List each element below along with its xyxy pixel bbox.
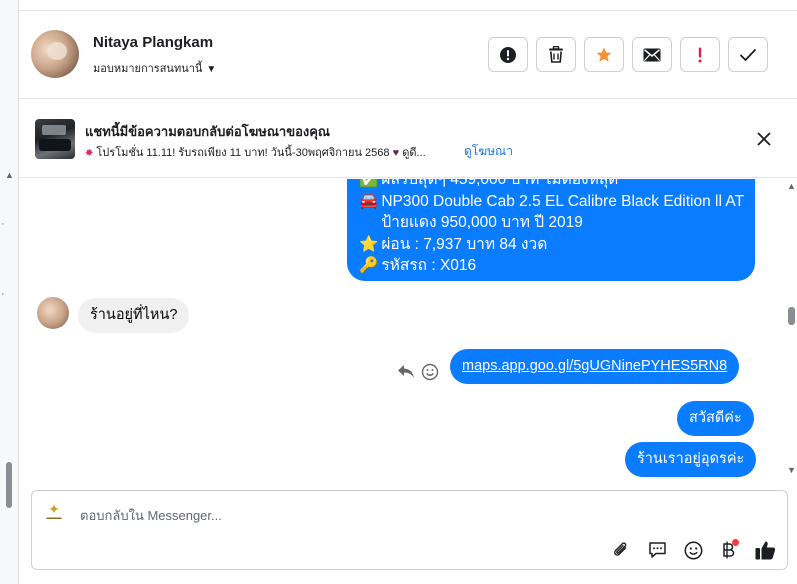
thread-scrollbar[interactable]: ▲ ▼ bbox=[785, 179, 797, 481]
exclamation-icon bbox=[698, 47, 702, 62]
ad-banner-subtitle: ✸ โปรโมชั่น 11.11! รับรถเพียง 11 บาท! วัน… bbox=[85, 143, 426, 161]
page-logo-text: ▬▬▬ bbox=[46, 515, 62, 521]
spam-alert-button[interactable] bbox=[488, 37, 528, 72]
ad-line-text: ผ่อน : 7,937 บาท 84 งวด bbox=[381, 235, 548, 253]
paperclip-icon bbox=[614, 542, 627, 556]
key-emoji-icon: 🔑 bbox=[359, 257, 379, 274]
incoming-message[interactable]: ร้านอยู่ที่ไหน? bbox=[78, 298, 190, 333]
scroll-up-arrow-icon[interactable]: ▲ bbox=[5, 170, 14, 180]
emoji-button[interactable] bbox=[682, 539, 704, 561]
thumbs-up-icon bbox=[755, 541, 775, 560]
outgoing-message[interactable]: สวัสดีค่ะ bbox=[677, 401, 754, 436]
sparkle-icon: ✸ bbox=[85, 148, 94, 159]
outgoing-link-message[interactable]: maps.app.goo.gl/5gUGNinePYHES5RN8 bbox=[450, 349, 740, 384]
saved-reply-button[interactable] bbox=[646, 539, 668, 561]
ad-reply-banner: แชทนี้มีข้อความตอบกลับต่อโฆษณาของคุณ ✸ โป… bbox=[19, 100, 797, 178]
ad-subtitle-more: ดูดี... bbox=[402, 147, 426, 159]
react-emoji-icon[interactable] bbox=[421, 363, 439, 381]
follow-up-button[interactable] bbox=[680, 37, 720, 72]
mark-unread-button[interactable] bbox=[632, 37, 672, 72]
message-actions bbox=[397, 363, 439, 381]
ad-message-bubble[interactable]: ✅ ผลรับสุดๆ 459,000 บาท ไม่ต้องหลุด 🚘 NP… bbox=[347, 179, 755, 281]
conversation-list-edge: ▲ · · bbox=[0, 0, 19, 584]
close-icon bbox=[757, 132, 771, 146]
thumbs-up-button[interactable] bbox=[754, 539, 776, 561]
list-fragment-text: · bbox=[1, 218, 5, 230]
reply-input[interactable] bbox=[80, 505, 580, 525]
scroll-up-arrow-icon[interactable]: ▲ bbox=[787, 181, 796, 191]
star-emoji-icon: ⭐ bbox=[359, 235, 379, 253]
ad-thumbnail[interactable] bbox=[35, 119, 75, 159]
saved-reply-icon bbox=[648, 542, 666, 558]
page-logo: ✦ ▬▬▬ bbox=[40, 501, 68, 523]
close-banner-button[interactable] bbox=[753, 128, 775, 150]
caret-down-icon: ▼ bbox=[206, 64, 217, 75]
avatar[interactable] bbox=[31, 30, 79, 78]
scroll-down-arrow-icon[interactable]: ▼ bbox=[787, 465, 796, 475]
page-logo-mark: ✦ bbox=[48, 501, 60, 517]
notification-dot bbox=[732, 539, 739, 546]
thread-header: Nitaya Plangkam มอบหมายการสนทนานี้ ▼ bbox=[19, 10, 797, 99]
envelope-icon bbox=[643, 48, 661, 61]
messenger-inbox-thread: ▲ · · Nitaya Plangkam มอบหมายการสนทนานี้… bbox=[0, 0, 797, 584]
check-icon bbox=[740, 48, 756, 61]
reply-icon[interactable] bbox=[397, 363, 415, 379]
exclamation-circle-icon bbox=[500, 46, 516, 63]
star-icon bbox=[596, 47, 612, 62]
ad-line: 🚘 NP300 Double Cab 2.5 EL Calibre Black … bbox=[359, 191, 745, 213]
ad-line-text: ผลรับสุดๆ 459,000 บาท ไม่ต้องหลุด bbox=[381, 179, 619, 188]
contact-name[interactable]: Nitaya Plangkam bbox=[93, 34, 213, 51]
trash-icon bbox=[549, 46, 563, 63]
contact-avatar[interactable] bbox=[37, 297, 69, 329]
scrollbar-thumb[interactable] bbox=[788, 307, 795, 325]
message-thread[interactable]: ✅ ผลรับสุดๆ 459,000 บาท ไม่ต้องหลุด 🚘 NP… bbox=[19, 179, 785, 481]
heart-icon: ♥ bbox=[392, 147, 400, 159]
car-emoji-icon: 🚘 bbox=[359, 192, 379, 210]
star-button[interactable] bbox=[584, 37, 624, 72]
ad-subtitle-text: โปรโมชั่น 11.11! รับรถเพียง 11 บาท! วันน… bbox=[96, 147, 390, 159]
ad-line: ⭐ ผ่อน : 7,937 บาท 84 งวด bbox=[359, 234, 743, 256]
ad-line: 🔑 รหัสรถ : X016 bbox=[359, 255, 743, 277]
view-ad-link[interactable]: ดูโฆษณา bbox=[464, 142, 513, 161]
check-emoji-icon: ✅ bbox=[359, 179, 379, 188]
ad-line-text: ป้ายแดง 950,000 บาท ปี 2019 bbox=[381, 214, 583, 231]
payment-button[interactable] bbox=[718, 539, 740, 561]
ad-line: ✅ ผลรับสุดๆ 459,000 บาท ไม่ต้องหลุด bbox=[359, 179, 743, 191]
ad-line: ป้ายแดง 950,000 บาท ปี 2019 bbox=[359, 212, 743, 234]
conversation-list-scrollbar[interactable] bbox=[6, 462, 12, 508]
assign-label: มอบหมายการสนทนานี้ bbox=[93, 63, 203, 75]
delete-button[interactable] bbox=[536, 37, 576, 72]
ad-line-text: NP300 Double Cab 2.5 EL Calibre Black Ed… bbox=[381, 192, 745, 210]
outgoing-message[interactable]: ร้านเราอยู่อุดรค่ะ bbox=[625, 442, 757, 477]
assign-conversation-dropdown[interactable]: มอบหมายการสนทนานี้ ▼ bbox=[93, 59, 216, 77]
mark-done-button[interactable] bbox=[728, 37, 768, 72]
ad-banner-title: แชทนี้มีข้อความตอบกลับต่อโฆษณาของคุณ bbox=[85, 124, 330, 139]
ad-line-text: รหัสรถ : X016 bbox=[381, 257, 477, 274]
emoji-icon bbox=[684, 541, 702, 559]
reply-composer: ✦ ▬▬▬ bbox=[31, 490, 788, 570]
attach-button[interactable] bbox=[610, 539, 632, 561]
list-fragment-text: · bbox=[1, 288, 5, 300]
